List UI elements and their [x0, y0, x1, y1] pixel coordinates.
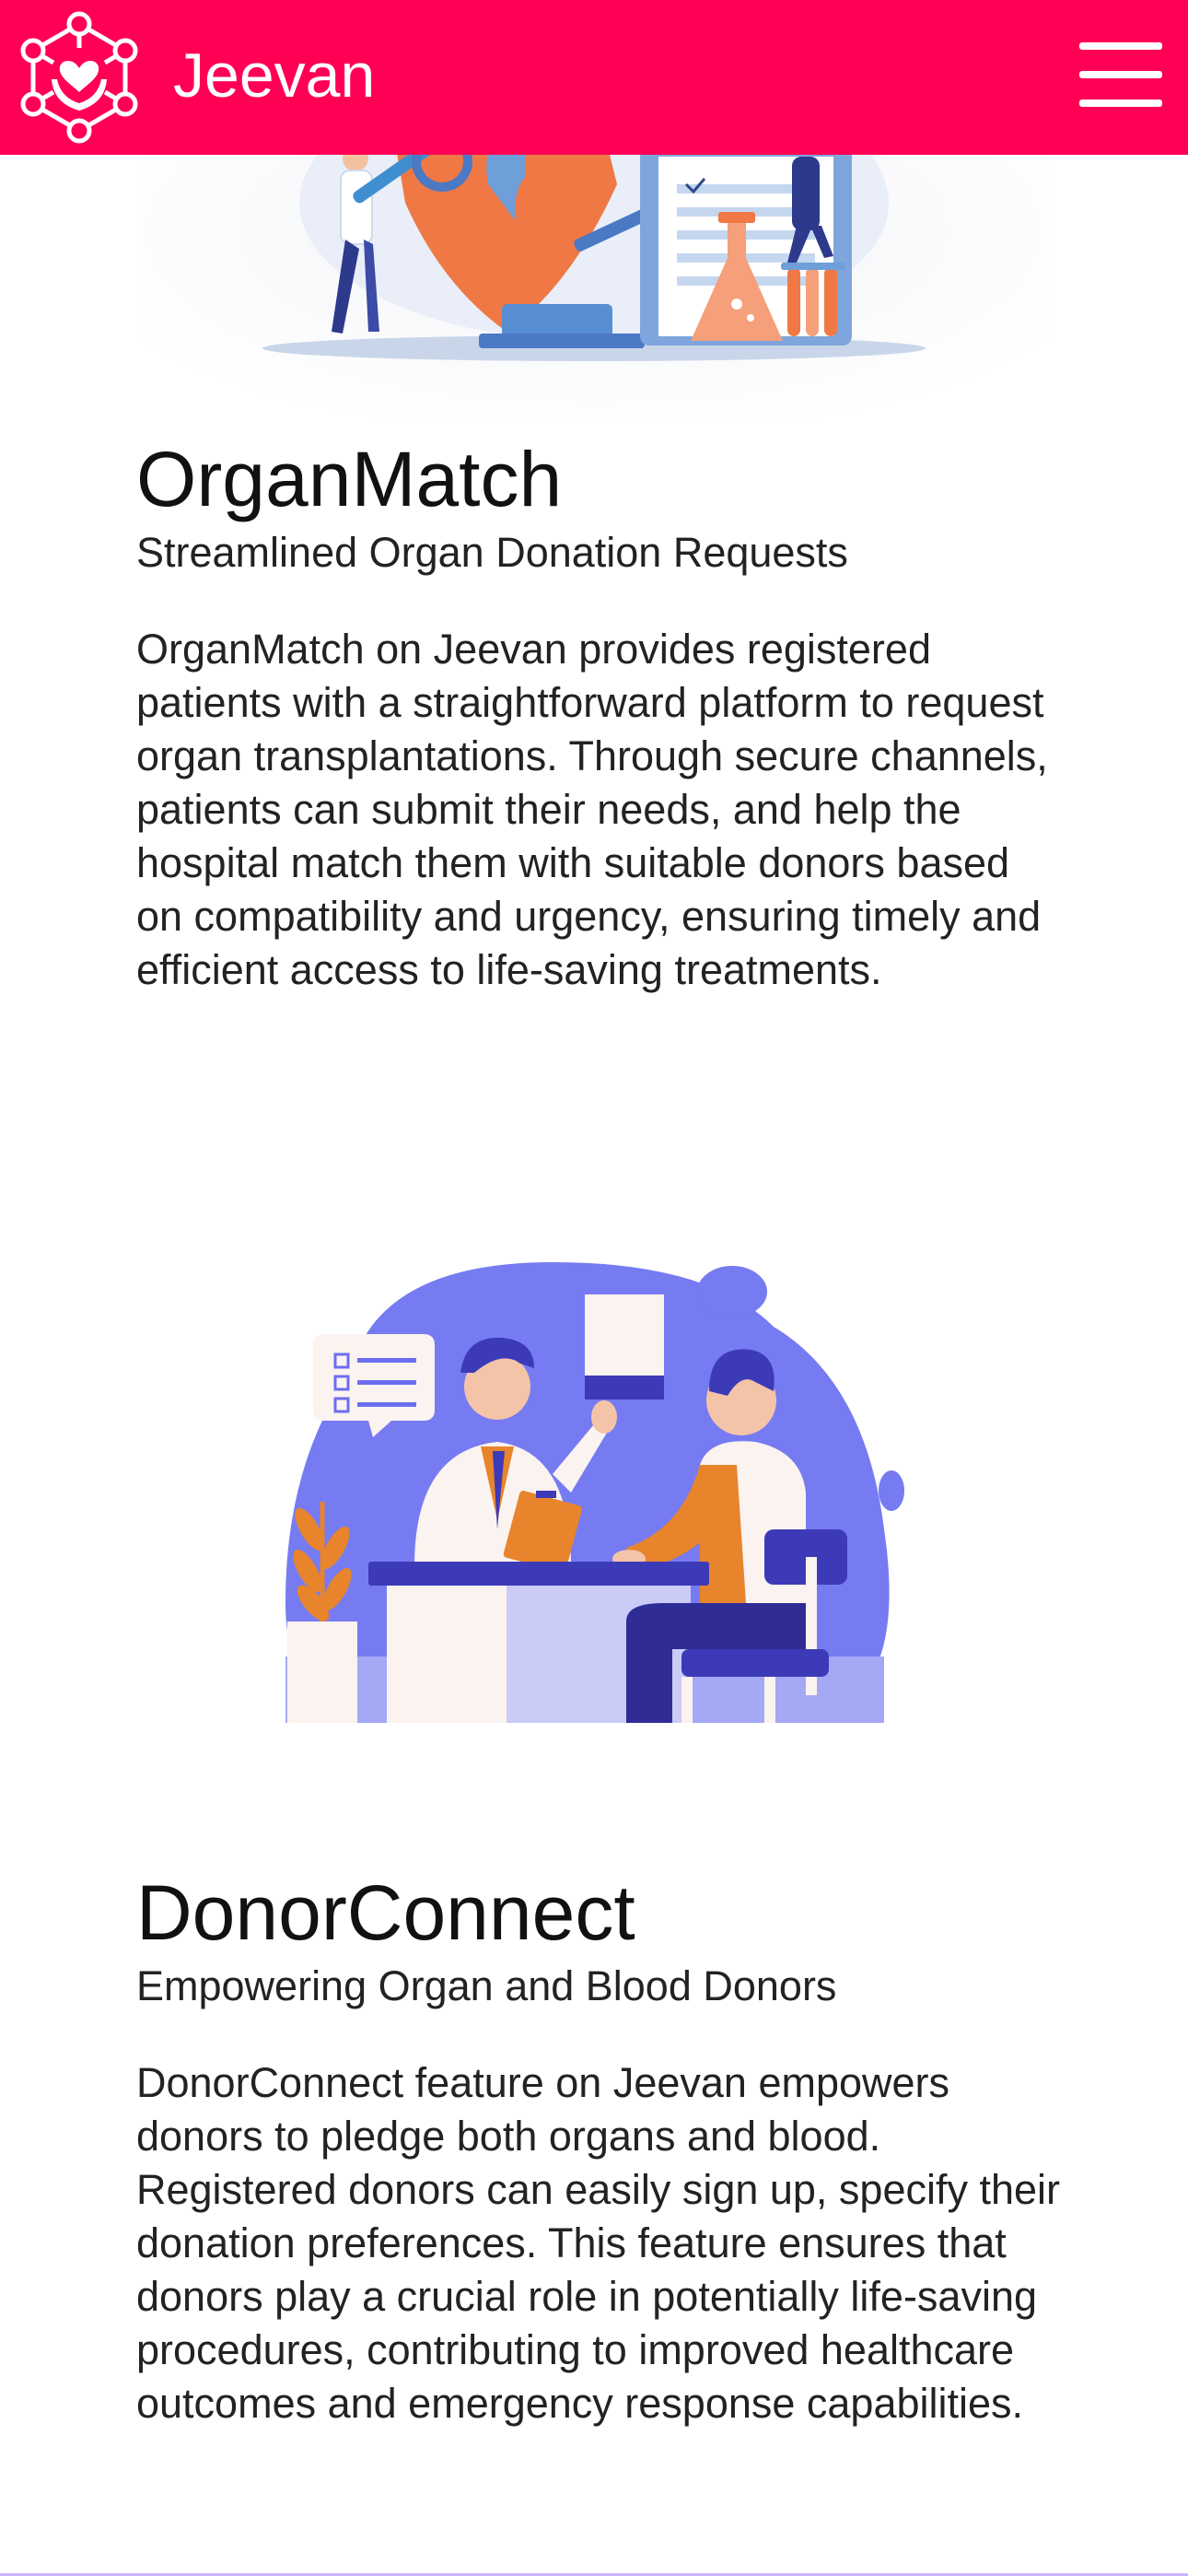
donorconnect-illustration — [276, 1253, 912, 1732]
hamburger-menu-icon[interactable] — [1079, 39, 1162, 111]
feature-title-organmatch: OrganMatch — [136, 436, 563, 522]
feature-description-donorconnect: DonorConnect feature on Jeevan empowers … — [136, 2059, 1061, 2427]
feature-subtitle-donorconnect: Empowering Organ and Blood Donors — [136, 1962, 837, 2009]
feature-subtitle-organmatch: Streamlined Organ Donation Requests — [136, 529, 848, 576]
heart-in-hands-network-icon[interactable] — [20, 11, 138, 144]
feature-description-organmatch: OrganMatch on Jeevan provides registered… — [136, 626, 1048, 993]
app-header: Jeevan — [0, 0, 1188, 155]
feature-title-donorconnect: DonorConnect — [136, 1869, 635, 1956]
brand-name[interactable]: Jeevan — [173, 35, 375, 116]
